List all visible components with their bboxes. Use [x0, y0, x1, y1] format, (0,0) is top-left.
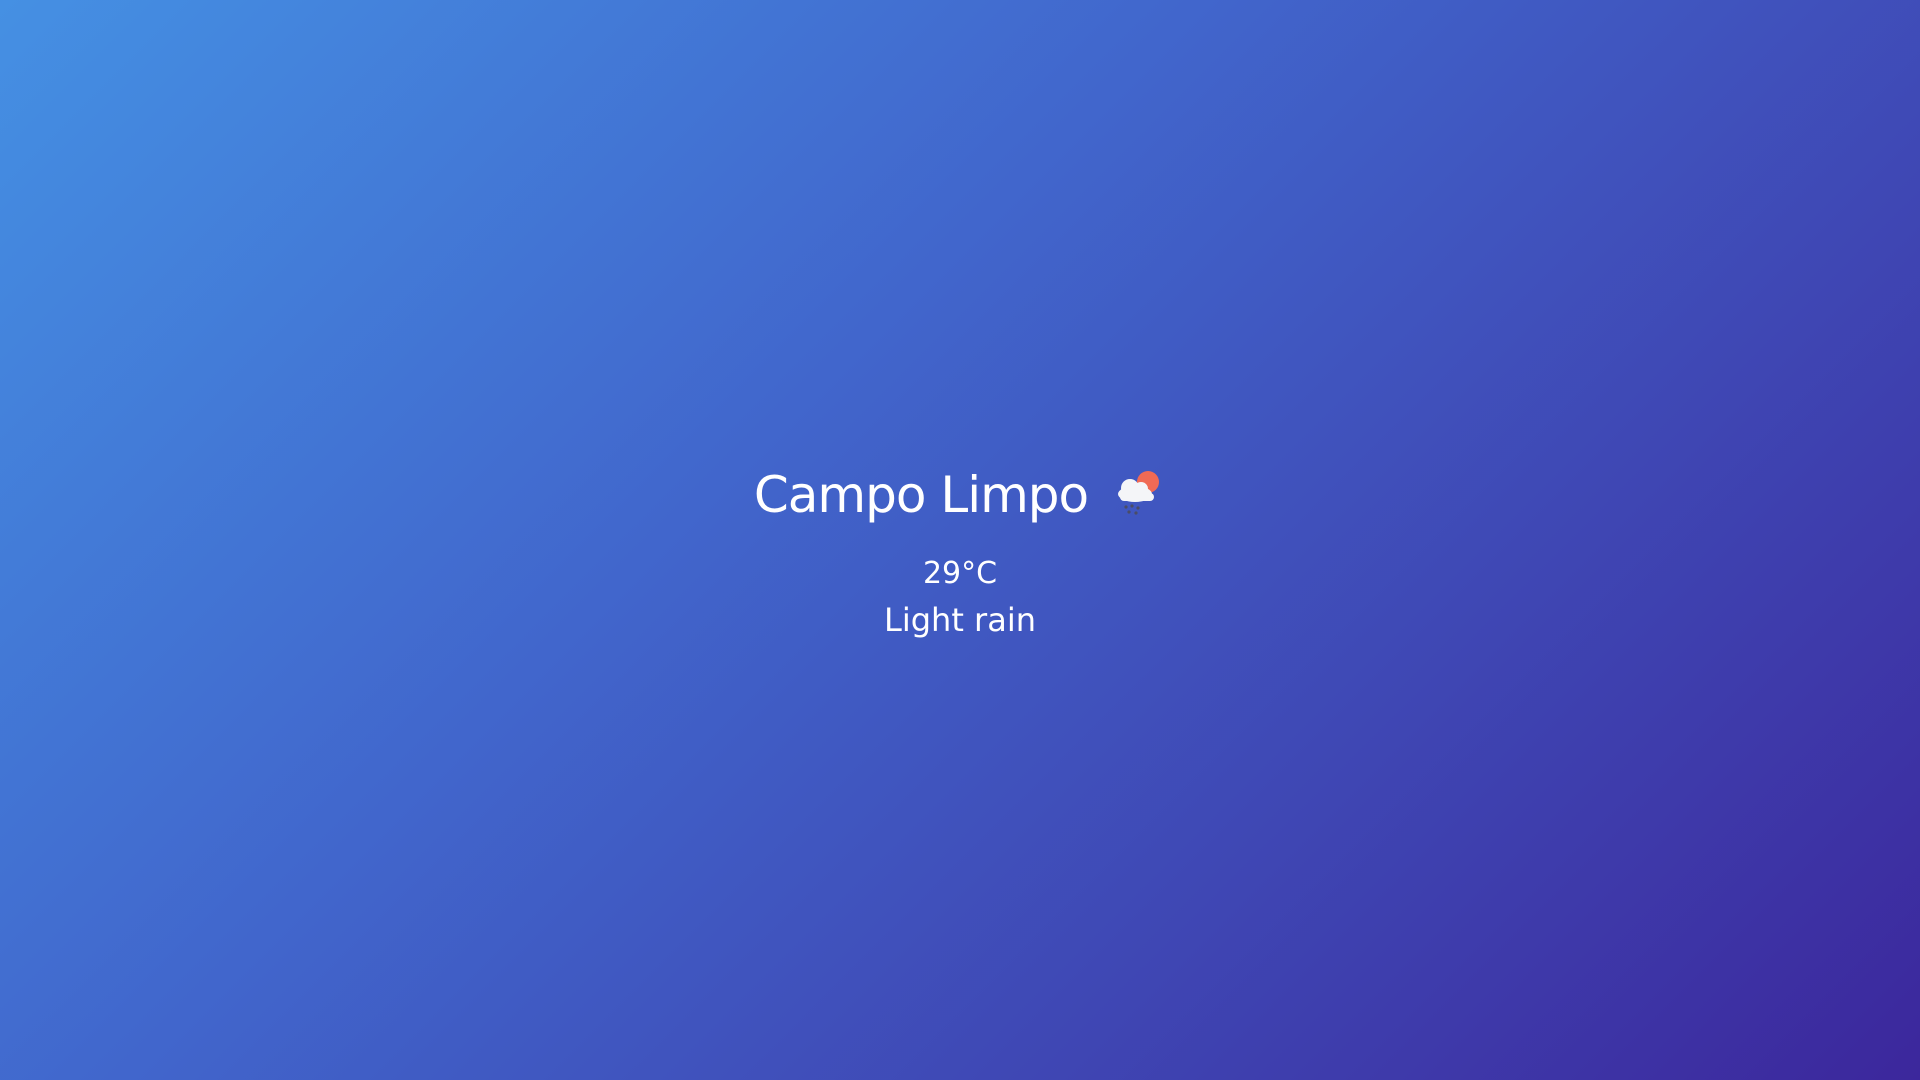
city-name: Campo Limpo	[753, 466, 1089, 524]
weather-display: Campo Limpo 29°C Light rain	[0, 0, 1920, 1080]
temperature-value: 29°C	[922, 556, 998, 591]
light-rain-cloud-sun-icon	[1110, 465, 1166, 521]
weather-description: Light rain	[884, 601, 1036, 639]
location-header: Campo Limpo	[0, 455, 1920, 535]
